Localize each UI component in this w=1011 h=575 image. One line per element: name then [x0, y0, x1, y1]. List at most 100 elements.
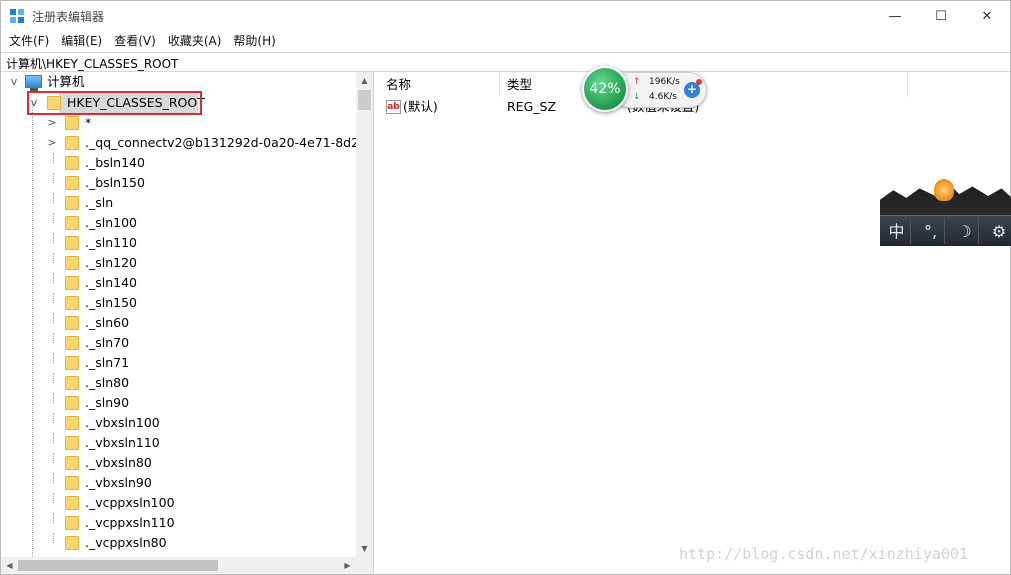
notification-dot	[696, 79, 702, 85]
tree-node-child[interactable]: ._sln100	[1, 213, 356, 233]
tree-guide-line	[53, 213, 54, 223]
folder-icon	[65, 116, 79, 130]
folder-icon	[65, 416, 79, 430]
minimize-button[interactable]: —	[872, 1, 918, 31]
maximize-button[interactable]: ☐	[918, 1, 964, 31]
tree-node-label: ._qq_connectv2@b131292d-0a20-4e71-8d24-8	[85, 135, 356, 150]
tree-node-label: *	[85, 115, 92, 130]
tree-node-child[interactable]: > ._qq_connectv2@b131292d-0a20-4e71-8d24-…	[1, 133, 356, 153]
download-arrow-icon: ↓	[633, 92, 641, 102]
tree-node-child[interactable]: ._vbxsln100	[1, 413, 356, 433]
menu-view[interactable]: 查看(V)	[108, 31, 162, 52]
folder-icon	[65, 516, 79, 530]
tree-node-child[interactable]: ._bsln140	[1, 153, 356, 173]
tree-node-child[interactable]: ._sln140	[1, 273, 356, 293]
tree-node-computer[interactable]: v 计算机	[1, 72, 356, 92]
menu-file[interactable]: 文件(F)	[3, 31, 55, 52]
scroll-thumb[interactable]	[358, 90, 371, 110]
tree-guide-line	[53, 273, 54, 283]
menu-favorites[interactable]: 收藏夹(A)	[162, 31, 228, 52]
expand-icon[interactable]: >	[46, 133, 58, 153]
tree-node-label: ._vcppxsln110	[85, 515, 175, 530]
tree-node-child[interactable]: ._sln90	[1, 393, 356, 413]
tree-node-child[interactable]: ._vcppxsln100	[1, 493, 356, 513]
tree-node-child[interactable]: ._vcppxsln110	[1, 513, 356, 533]
tree-horizontal-scrollbar[interactable]: ◀ ▶	[1, 557, 356, 574]
tree-guide-line	[53, 253, 54, 263]
ime-chinese-mode-button[interactable]: 中	[883, 219, 911, 244]
tree-node-child[interactable]: ._bsln150	[1, 173, 356, 193]
folder-icon	[65, 476, 79, 490]
ime-button-strip: 中 °, ☽ ⚙	[880, 215, 1011, 246]
scroll-thumb[interactable]	[18, 560, 218, 571]
folder-icon	[65, 296, 79, 310]
tree-node-child[interactable]: ._vbxsln90	[1, 473, 356, 493]
collapse-icon[interactable]: v	[8, 72, 20, 92]
tree-guide-line	[53, 513, 54, 523]
tree-node-child[interactable]: ._sln80	[1, 373, 356, 393]
tree-node-child[interactable]: ._sln120	[1, 253, 356, 273]
tree-node-label: ._vbxsln110	[85, 435, 160, 450]
tree-node-label: ._sln70	[85, 335, 130, 350]
close-button[interactable]: ✕	[964, 1, 1010, 31]
address-path[interactable]: 计算机\HKEY_CLASSES_ROOT	[6, 55, 178, 72]
folder-icon	[65, 256, 79, 270]
tree-node-label: ._vcppxsln80	[85, 535, 167, 550]
folder-icon	[65, 136, 79, 150]
tree-guide-line	[53, 313, 54, 323]
folder-icon	[65, 276, 79, 290]
tree-node-label: ._vbxsln100	[85, 415, 160, 430]
tree-node-child[interactable]: ._vcppxsln80	[1, 533, 356, 553]
tree-node-label: ._vbxsln80	[85, 455, 152, 470]
tree-node-label: ._sln71	[85, 355, 130, 370]
tree-node-child[interactable]: ._sln60	[1, 313, 356, 333]
close-icon: ✕	[981, 8, 993, 24]
tree-guide-line	[53, 173, 54, 183]
tree-node-child[interactable]: ._sln	[1, 193, 356, 213]
watermark: http://blog.csdn.net/xinzhiya001	[679, 545, 968, 563]
menu-edit[interactable]: 编辑(E)	[55, 31, 108, 52]
tree-guide-line	[53, 533, 54, 543]
value-type: REG_SZ	[507, 99, 557, 114]
tree-node-child[interactable]: ._sln70	[1, 333, 356, 353]
tree-node-child[interactable]: ._sln110	[1, 233, 356, 253]
network-speed-widget[interactable]: 42% ↑ 196K/s ↓ 4.6K/s +	[581, 65, 709, 115]
folder-icon	[65, 336, 79, 350]
upload-speed: 196K/s	[649, 77, 680, 87]
tree-guide-line	[53, 373, 54, 383]
tree-guide-line	[53, 453, 54, 463]
expand-icon[interactable]: >	[46, 113, 58, 133]
tree-node-child[interactable]: ._sln71	[1, 353, 356, 373]
column-header-name[interactable]: 名称	[379, 72, 500, 97]
memory-usage-ball[interactable]: 42%	[582, 66, 628, 112]
ime-settings-gear-icon[interactable]: ⚙	[985, 219, 1011, 244]
tree-guide-line	[53, 393, 54, 403]
tree-node-label: ._vbxsln90	[85, 475, 152, 490]
tree-guide-line	[53, 333, 54, 343]
key-tree-pane: v 计算机 v HKEY_CLASSES_ROOT > * > ._qq_connec…	[1, 72, 374, 575]
scroll-left-icon[interactable]: ◀	[1, 557, 18, 574]
value-list-pane: 名称 类型 数据 ab (默认) REG_SZ (数值未设置)	[379, 72, 1010, 575]
title-bar[interactable]: 注册表编辑器 — ☐ ✕	[1, 1, 1010, 31]
key-tree: v 计算机 v HKEY_CLASSES_ROOT > * > ._qq_connec…	[1, 72, 356, 557]
ime-toolbar[interactable]: 中 °, ☽ ⚙	[880, 177, 1011, 246]
ime-halfwidth-moon-icon[interactable]: ☽	[951, 219, 979, 244]
tree-node-child[interactable]: ._vbxsln110	[1, 433, 356, 453]
registry-editor-icon	[10, 9, 25, 24]
tree-node-child[interactable]: ._vbxsln80	[1, 453, 356, 473]
scroll-up-icon[interactable]: ▲	[356, 72, 373, 89]
tree-guide-line	[53, 493, 54, 503]
tree-node-label: ._vcppxsln100	[85, 495, 175, 510]
tree-node-label: ._sln90	[85, 395, 130, 410]
menu-help[interactable]: 帮助(H)	[227, 31, 281, 52]
scroll-down-icon[interactable]: ▼	[356, 540, 373, 557]
scroll-right-icon[interactable]: ▶	[339, 557, 356, 574]
tree-vertical-scrollbar[interactable]: ▲ ▼	[356, 72, 373, 557]
address-bar[interactable]: 计算机\HKEY_CLASSES_ROOT	[1, 52, 1010, 72]
tree-node-label: ._sln60	[85, 315, 130, 330]
scrollbar-corner	[356, 557, 373, 574]
ime-punctuation-button[interactable]: °,	[917, 219, 945, 244]
tree-node-label: ._sln	[85, 195, 114, 210]
tree-node-child[interactable]: > *	[1, 113, 356, 133]
tree-node-child[interactable]: ._sln150	[1, 293, 356, 313]
